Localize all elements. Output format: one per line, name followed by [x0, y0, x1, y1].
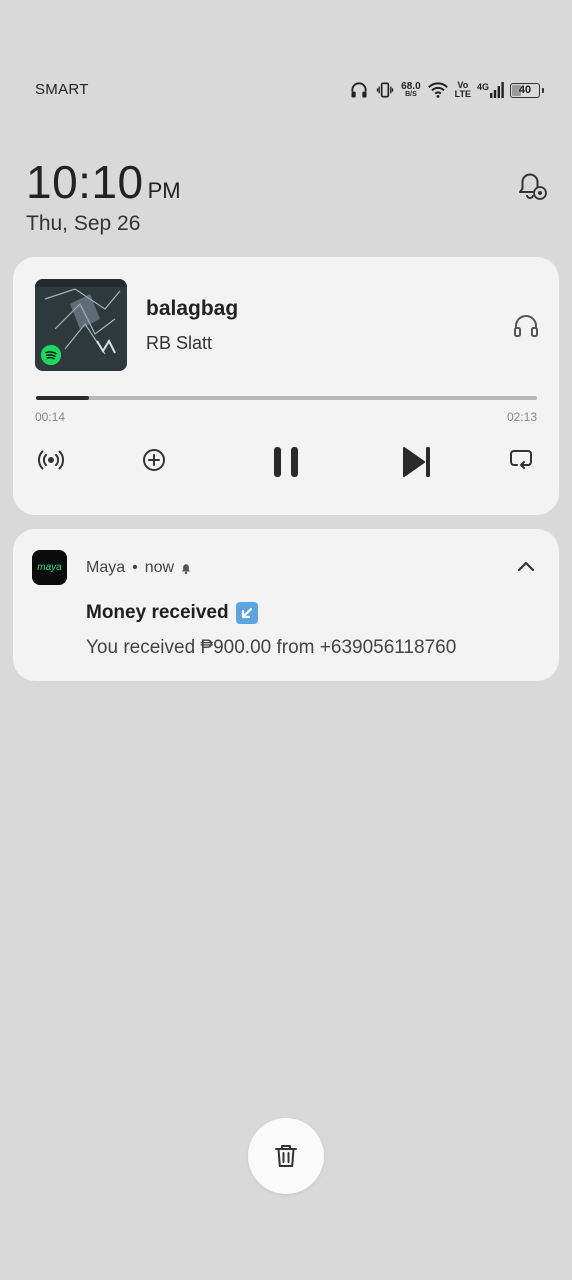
headphones-icon: [514, 315, 538, 337]
media-player-card[interactable]: balagbag RB Slatt 00:14 02:13: [13, 257, 559, 515]
output-device-button[interactable]: [511, 311, 541, 341]
status-icons: 68.0 B/S Vo LTE 4G 40: [349, 76, 544, 104]
volte-indicator: Vo LTE: [455, 81, 471, 99]
net-speed: 68.0 B/S: [401, 80, 421, 99]
net-speed-unit: B/S: [405, 90, 417, 98]
spotify-icon: [41, 345, 61, 365]
notification-title: Money received: [86, 602, 258, 624]
status-bar: SMART 68.0 B/S Vo LTE 4G 40: [0, 72, 572, 108]
cast-button[interactable]: [36, 445, 66, 475]
bell-icon: [182, 564, 191, 575]
trash-icon: [275, 1145, 297, 1167]
signal-indicator: 4G: [477, 82, 504, 98]
pause-icon: [274, 447, 298, 477]
battery-level: 40: [518, 84, 532, 96]
net-speed-value: 68.0: [401, 80, 421, 92]
seek-bar-fill: [36, 396, 89, 400]
header-separator: •: [132, 559, 138, 576]
pause-button[interactable]: [269, 445, 303, 479]
notification-body: You received ₱900.00 from +639056118760: [86, 637, 457, 658]
bell-settings-icon[interactable]: [512, 166, 548, 202]
notification-title-text: Money received: [86, 602, 229, 623]
skip-next-button[interactable]: [400, 445, 434, 479]
add-to-library-button[interactable]: [139, 445, 169, 475]
track-title: balagbag: [146, 297, 239, 320]
lockscreen-date: Thu, Sep 26: [26, 212, 141, 235]
signal-icon: [490, 82, 504, 98]
arrow-down-left-icon: [235, 602, 258, 624]
cast-icon: [38, 450, 64, 470]
repeat-button[interactable]: [507, 445, 535, 473]
battery-icon: 40: [510, 82, 544, 98]
network-type: 4G: [476, 82, 489, 92]
notification-time: now: [144, 559, 175, 576]
notification-app-name: Maya: [86, 559, 126, 576]
repeat-icon: [510, 450, 532, 469]
seek-bar[interactable]: [36, 396, 537, 400]
vibrate-icon: [375, 80, 395, 100]
maya-app-icon: maya: [32, 550, 67, 585]
track-artist: RB Slatt: [146, 333, 213, 353]
lockscreen-clock: 10:10 PM: [26, 155, 181, 209]
headphones-icon: [349, 80, 369, 100]
time-total: 02:13: [506, 410, 537, 424]
skip-next-icon: [403, 447, 430, 477]
carrier-name: SMART: [35, 81, 89, 98]
clock-ampm: PM: [147, 178, 181, 203]
wifi-icon: [427, 80, 449, 100]
notification-card[interactable]: maya Maya • now Money received You recei…: [13, 529, 559, 681]
volte-bottom: LTE: [454, 89, 471, 99]
clear-all-button[interactable]: [248, 1118, 324, 1194]
album-art[interactable]: [35, 279, 127, 371]
time-elapsed: 00:14: [35, 410, 66, 424]
add-icon: [143, 449, 165, 471]
app-icon-text: maya: [37, 562, 62, 573]
expand-notification-button[interactable]: [513, 554, 539, 580]
notification-header: Maya • now: [86, 559, 193, 577]
clock-time: 10:10: [26, 156, 144, 208]
chevron-up-icon: [517, 561, 535, 572]
